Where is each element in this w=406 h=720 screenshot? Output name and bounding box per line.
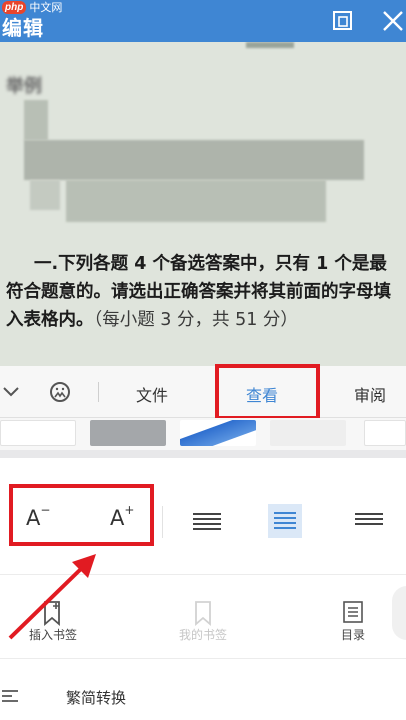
question-text: 一.下列各题 4 个备选答案中，只有 1 个是最符合题意的。请选出正确答案并将其… (6, 250, 402, 334)
tab-review[interactable]: 审阅 (354, 382, 386, 406)
chevron-down-icon[interactable] (2, 386, 20, 398)
emoji-icon[interactable] (48, 379, 72, 405)
tab-divider (98, 382, 99, 402)
blurred-block (24, 100, 48, 140)
watermark-brand: php (2, 1, 27, 14)
blurred-text (246, 42, 294, 48)
page-title: 编辑 (2, 16, 44, 40)
traditional-simplified-convert[interactable]: 繁简转换 (66, 687, 126, 708)
document-canvas[interactable]: 举例 一.下列各题 4 个备选答案中，只有 1 个是最符合题意的。请选出正确答案… (0, 42, 406, 366)
toc-icon (343, 601, 363, 623)
bookmarks-icon (195, 601, 211, 626)
style-thumb[interactable] (90, 420, 166, 446)
close-icon[interactable] (380, 9, 406, 33)
align-center-icon[interactable] (268, 504, 302, 538)
style-thumb[interactable] (0, 420, 76, 446)
watermark: php 中文网 (2, 1, 62, 14)
convert-icon (2, 690, 18, 702)
panel-divider (0, 658, 406, 659)
align-justify-icon[interactable] (355, 513, 383, 531)
my-bookmarks-button: 我的书签 (178, 628, 227, 642)
blurred-block (24, 140, 364, 180)
style-thumb[interactable] (364, 420, 406, 446)
watermark-site: 中文网 (29, 1, 63, 14)
style-thumbnails (0, 418, 406, 450)
doc-heading: 举例 (6, 76, 42, 97)
ribbon-tabs: 文件 查看 审阅 (0, 366, 406, 418)
tab-file[interactable]: 文件 (136, 382, 168, 406)
side-handle[interactable] (392, 586, 406, 640)
blurred-block (66, 180, 326, 222)
copy-icon[interactable] (330, 9, 356, 33)
blurred-block (30, 180, 60, 210)
style-thumb[interactable] (180, 420, 256, 446)
question-score: （每小题 3 分，共 51 分） (93, 310, 298, 330)
style-thumb[interactable] (270, 420, 346, 446)
toc-button[interactable]: 目录 (318, 626, 388, 643)
tab-view-highlight (215, 364, 320, 420)
font-size-highlight (9, 484, 154, 546)
annotation-arrow (8, 554, 96, 640)
app-header: php 中文网 编辑 (0, 0, 406, 42)
align-left-icon[interactable] (193, 513, 221, 531)
format-divider (162, 506, 163, 538)
